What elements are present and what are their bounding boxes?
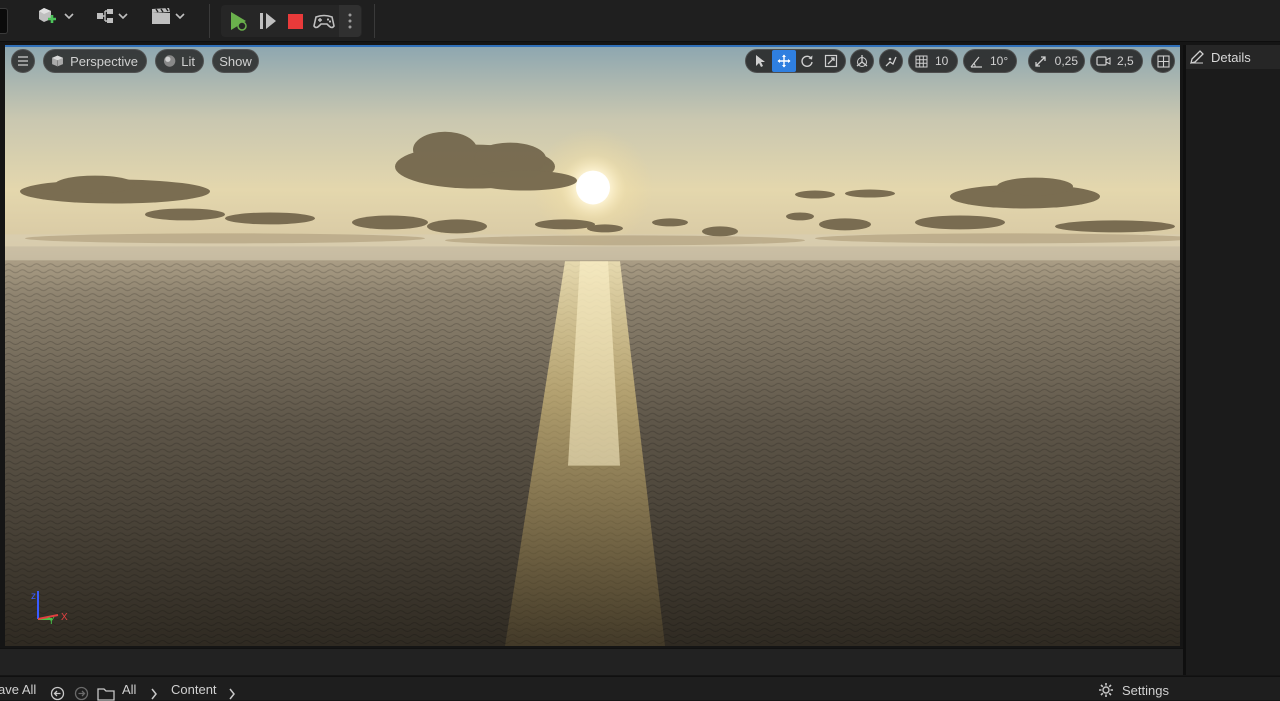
camera-icon-wrap: [1091, 50, 1115, 72]
breadcrumb-chevron-icon[interactable]: [228, 688, 236, 700]
hamburger-icon: [18, 56, 28, 66]
grid-snap-button[interactable]: 10: [908, 49, 958, 73]
drawer-strip: [0, 648, 1183, 675]
gear-icon: [1099, 683, 1113, 697]
blueprint-icon: [97, 9, 128, 23]
details-title: Details: [1211, 49, 1251, 65]
toolbar-edge-tab[interactable]: [0, 8, 8, 34]
play-icon: [231, 12, 247, 31]
details-tab[interactable]: Details: [1186, 45, 1280, 69]
cube-plus-icon: [39, 8, 74, 23]
folder-icon: [97, 688, 115, 701]
clapperboard-icon: [152, 7, 185, 24]
breadcrumb-all[interactable]: All: [122, 682, 136, 697]
svg-text:Y: Y: [48, 616, 55, 626]
angle-icon: [970, 56, 982, 68]
axis-gizmo-icon: z Y X: [31, 591, 68, 626]
save-all-button[interactable]: ave All: [0, 682, 36, 697]
scale-snap-icon-wrap: [1029, 50, 1053, 72]
chevron-right-icon: [229, 688, 235, 700]
chevron-right-icon: [151, 688, 157, 700]
play-button[interactable]: [223, 5, 253, 37]
breadcrumb-content-label: Content: [171, 682, 217, 697]
folder-icon-wrap: [97, 687, 115, 701]
sphere-lit-icon: [163, 55, 176, 67]
move-arrows-icon: [777, 54, 791, 68]
svg-text:z: z: [31, 591, 36, 602]
main-toolbar: [0, 0, 1280, 42]
viewport-options-button[interactable]: [11, 49, 35, 73]
show-label: Show: [219, 53, 252, 69]
advance-frame-button[interactable]: [254, 5, 282, 37]
blueprints-button[interactable]: [90, 0, 134, 32]
more-vertical-icon: [348, 13, 352, 29]
settings-label: Settings: [1122, 682, 1169, 698]
breadcrumb-chevron-icon[interactable]: [150, 688, 158, 700]
history-back-button[interactable]: [50, 686, 65, 701]
scale-icon: [825, 54, 838, 68]
viewport-layout-button[interactable]: [1151, 49, 1175, 73]
stop-button[interactable]: [281, 5, 309, 37]
grid-icon: [915, 55, 927, 67]
grid-icon-wrap: [909, 50, 933, 72]
back-circle-icon: [50, 686, 65, 701]
view-mode-lit-button[interactable]: Lit: [155, 49, 204, 73]
toolbar-separator: [374, 4, 375, 38]
add-content-button[interactable]: [32, 0, 80, 32]
gamepad-icon: [313, 14, 335, 29]
show-flags-button[interactable]: Show: [212, 49, 259, 73]
pencil-icon: [1190, 50, 1204, 64]
breadcrumb-content[interactable]: Content: [171, 682, 217, 697]
settings-button[interactable]: Settings: [1098, 682, 1169, 698]
transform-tools: [745, 49, 846, 73]
perspective-label: Perspective: [70, 53, 138, 69]
save-all-label: ave All: [0, 682, 37, 697]
lit-label: Lit: [181, 53, 195, 69]
rotate-icon: [801, 55, 814, 67]
perspective-button[interactable]: Perspective: [43, 49, 147, 73]
level-viewport[interactable]: [5, 45, 1180, 646]
scale-snap-value: 0,25: [1054, 54, 1078, 68]
svg-text:X: X: [61, 612, 68, 623]
world-axis-icon: [856, 55, 868, 67]
content-browser-bar: ave All All Content Settings: [0, 676, 1280, 701]
rotation-snap-button[interactable]: 10°: [963, 49, 1017, 73]
angle-icon-wrap: [964, 50, 988, 72]
camera-speed-value: 2,5: [1117, 54, 1134, 68]
video-camera-icon: [1095, 56, 1111, 66]
select-tool-button[interactable]: [748, 50, 772, 72]
history-forward-button[interactable]: [74, 686, 89, 701]
forward-circle-icon: [74, 686, 89, 701]
play-options-button[interactable]: [339, 5, 361, 37]
cursor-arrow-icon: [755, 55, 765, 67]
stop-icon: [288, 14, 303, 29]
possess-gamepad-button[interactable]: [309, 5, 339, 37]
toolbar-separator: [209, 4, 210, 38]
surface-snap-button[interactable]: [879, 49, 903, 73]
cinematics-button[interactable]: [146, 0, 190, 32]
translate-tool-button[interactable]: [771, 50, 796, 72]
play-controls-group: [221, 5, 362, 37]
rotate-tool-button[interactable]: [796, 50, 820, 72]
ocean-sunset-scene: [5, 47, 1180, 646]
coordinate-system-button[interactable]: [850, 49, 874, 73]
camera-speed-button[interactable]: 2,5: [1090, 49, 1143, 73]
diagonal-resize-icon: [1035, 55, 1046, 67]
grid-snap-value: 10: [935, 54, 949, 68]
scale-snap-button[interactable]: 0,25: [1028, 49, 1085, 73]
breadcrumb-all-label: All: [122, 682, 137, 697]
layout-grid-icon: [1156, 54, 1170, 68]
rotation-snap-value: 10°: [990, 54, 1009, 68]
details-panel: [1183, 45, 1280, 675]
scale-tool-button[interactable]: [819, 50, 843, 72]
cube-icon: [52, 55, 63, 67]
advance-frame-icon: [260, 13, 276, 29]
surface-snap-icon: [885, 56, 897, 67]
